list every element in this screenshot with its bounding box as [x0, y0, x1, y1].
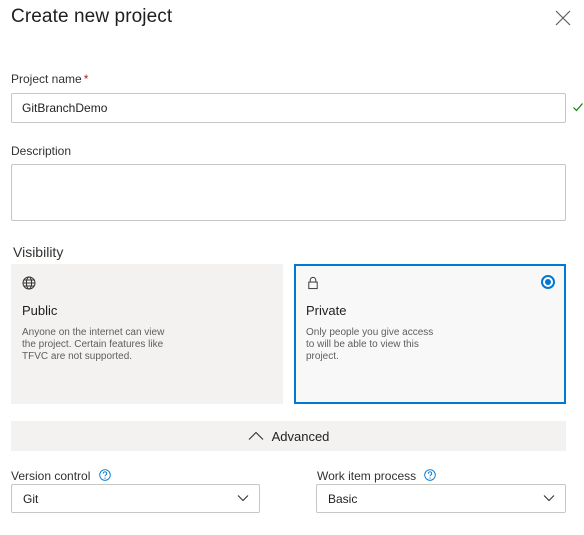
private-option-description: Only people you give access to will be a… [306, 327, 434, 362]
work-item-process-label: Work item process [317, 469, 437, 483]
version-control-label-text: Version control [11, 469, 91, 483]
work-item-process-select[interactable]: Basic [316, 484, 566, 513]
description-input[interactable] [11, 164, 566, 221]
valid-check-icon [573, 103, 583, 112]
version-control-value: Git [23, 491, 39, 506]
globe-icon [22, 276, 36, 290]
public-option-title: Public [22, 303, 58, 318]
work-item-process-value: Basic [328, 491, 358, 506]
close-icon [555, 10, 571, 26]
close-button[interactable] [553, 8, 573, 28]
public-option-description: Anyone on the internet can view the proj… [22, 327, 165, 362]
help-icon[interactable] [424, 469, 437, 481]
project-name-label: Project name * [11, 72, 88, 86]
chevron-up-icon [248, 431, 263, 440]
lock-icon [308, 277, 318, 290]
description-label: Description [11, 144, 72, 158]
chevron-down-icon [237, 495, 249, 502]
create-project-dialog: Create new project Project name* Descrip… [0, 0, 584, 535]
advanced-toggle-button[interactable]: Advanced [11, 421, 566, 451]
dialog-title: Create new project [11, 6, 173, 27]
advanced-label: Advanced [271, 428, 330, 444]
chevron-down-icon [543, 495, 555, 502]
version-control-select[interactable]: Git [11, 484, 260, 513]
private-radio-selected[interactable] [541, 275, 555, 289]
private-option-title: Private [306, 303, 347, 318]
version-control-label: Version control [11, 469, 111, 483]
required-marker: * [83, 72, 89, 86]
work-item-process-label-text: Work item process [317, 469, 417, 483]
project-name-label-text: Project name [11, 72, 82, 86]
help-icon[interactable] [98, 469, 111, 481]
visibility-label: Visibility [13, 244, 64, 260]
visibility-option-public[interactable]: Public Anyone on the internet can view t… [11, 264, 283, 404]
project-name-input[interactable] [11, 93, 566, 123]
visibility-option-private[interactable]: Private Only people you give access to w… [294, 264, 566, 404]
